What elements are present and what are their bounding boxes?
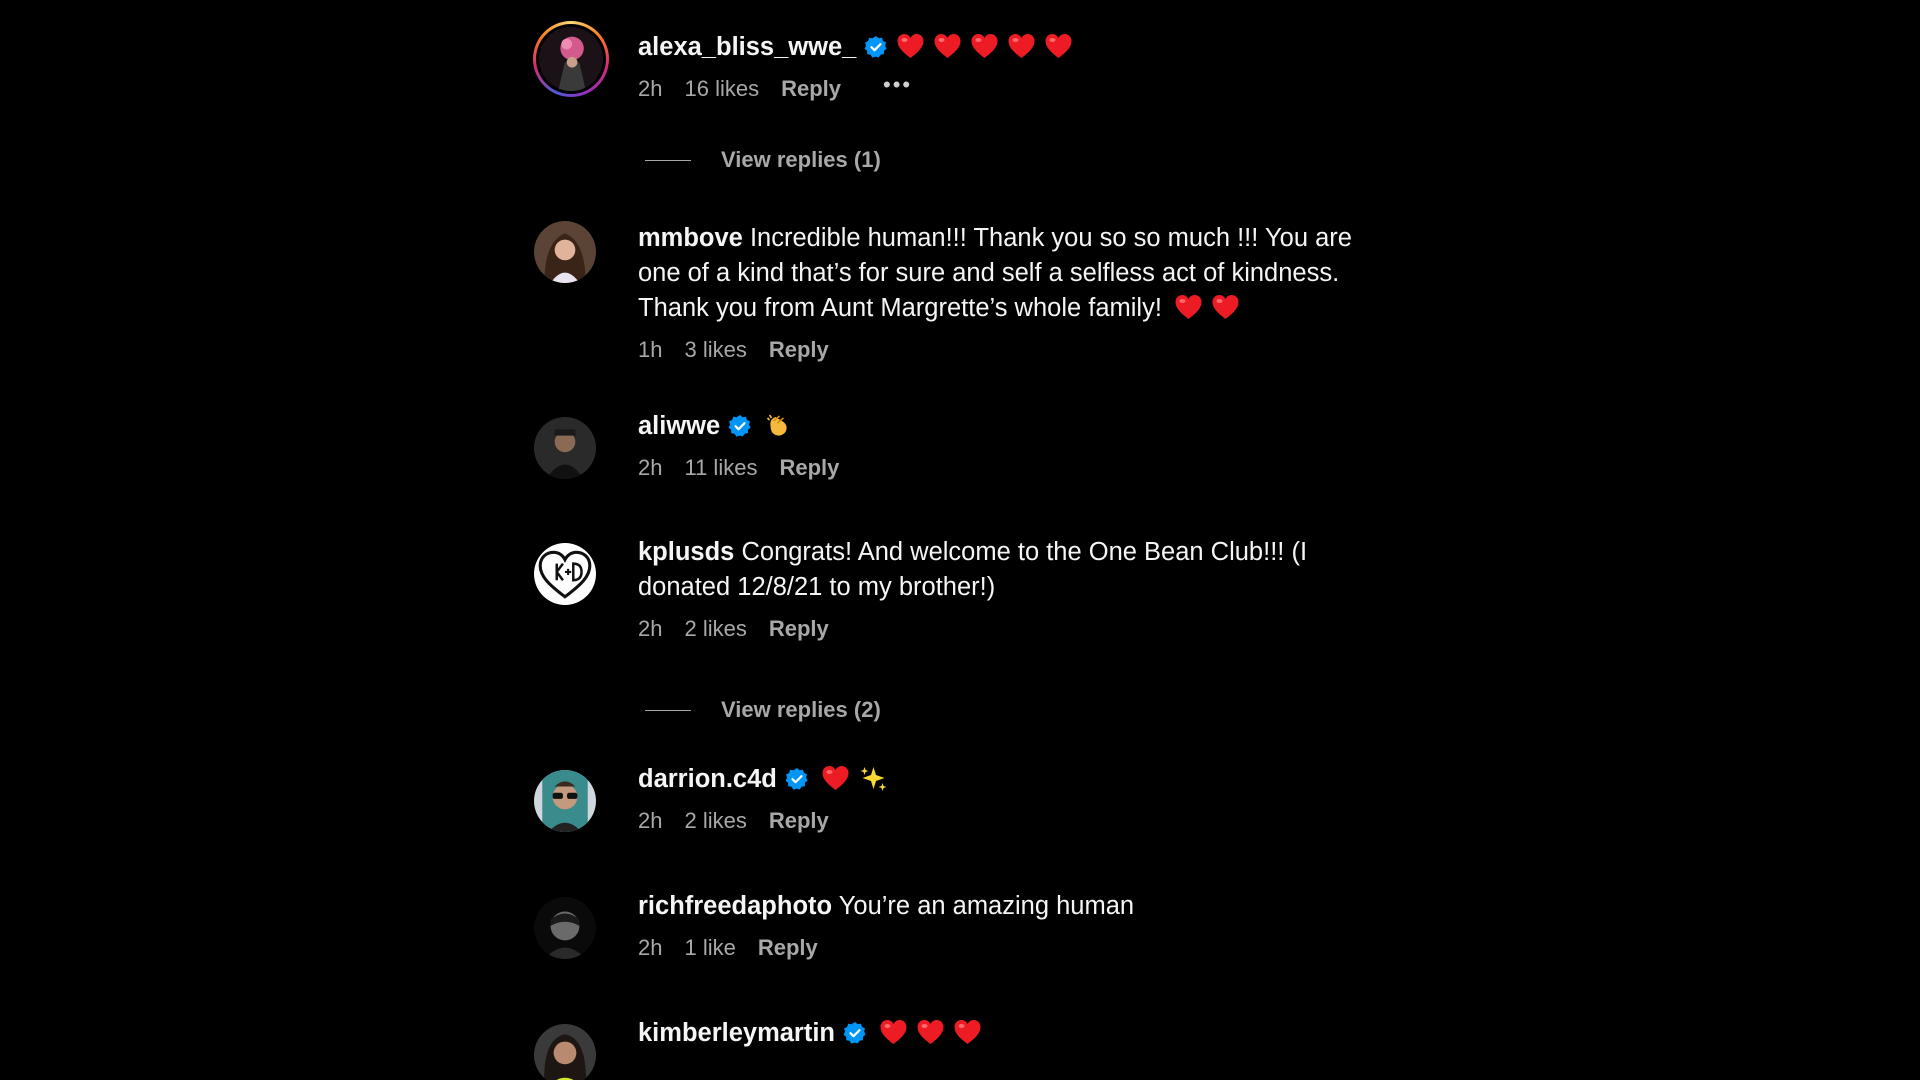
comment-body: alexa_bliss_wwe_ 2h 16 likes Reply •••	[638, 30, 1394, 102]
comment-text: kimberleymartin	[638, 1016, 1394, 1051]
username[interactable]: richfreedaphoto	[638, 892, 832, 920]
heart-icon	[822, 766, 849, 790]
timestamp: 2h	[638, 808, 663, 833]
comment-body: darrion.c4d 2h 2 likes Reply	[638, 762, 1394, 834]
heart-icon	[934, 34, 961, 58]
reply-button[interactable]: Reply	[781, 76, 841, 102]
comment-content: Congrats! And welcome to the One Bean Cl…	[638, 538, 1308, 601]
avatar[interactable]	[534, 543, 596, 605]
reply-button[interactable]: Reply	[769, 808, 829, 834]
comment-text: darrion.c4d	[638, 762, 1394, 797]
comment-body: kimberleymartin	[638, 1016, 1394, 1051]
username[interactable]: mmbove	[638, 224, 743, 252]
verified-badge-icon	[785, 768, 808, 790]
likes-count[interactable]: 16 likes	[684, 76, 759, 102]
divider	[645, 159, 691, 161]
heart-icon	[954, 1020, 981, 1044]
avatar[interactable]	[534, 221, 596, 283]
username[interactable]: kimberleymartin	[638, 1019, 835, 1047]
comment-text: aliwwe	[638, 409, 1394, 444]
comment-meta: 2h 2 likes Reply	[638, 616, 1394, 642]
comment-body: richfreedaphoto You’re an amazing human …	[638, 889, 1394, 961]
heart-icon	[897, 34, 924, 58]
comments-page: alexa_bliss_wwe_ 2h 16 likes Reply ••• V…	[0, 0, 1920, 1080]
comment-body: kplusds Congrats! And welcome to the One…	[638, 535, 1394, 642]
verified-badge-icon	[843, 1022, 866, 1044]
likes-count[interactable]: 3 likes	[684, 337, 746, 363]
heart-icon	[1045, 34, 1072, 58]
comment-text: alexa_bliss_wwe_	[638, 30, 1394, 65]
comment-text: richfreedaphoto You’re an amazing human	[638, 889, 1394, 924]
reply-button[interactable]: Reply	[779, 455, 839, 481]
username[interactable]: alexa_bliss_wwe_	[638, 33, 856, 61]
timestamp: 2h	[638, 935, 663, 960]
timestamp: 2h	[638, 616, 663, 641]
verified-badge-icon	[864, 36, 887, 58]
avatar[interactable]	[533, 21, 609, 97]
comment-meta: 2h 11 likes Reply	[638, 455, 1394, 481]
comment-meta: 2h 16 likes Reply •••	[638, 72, 1394, 102]
heart-icon	[917, 1020, 944, 1044]
username[interactable]: kplusds	[638, 538, 734, 566]
reply-button[interactable]: Reply	[769, 616, 829, 642]
divider	[645, 709, 691, 711]
avatar[interactable]	[534, 897, 596, 959]
verified-badge-icon	[728, 415, 751, 437]
comment-meta: 2h 2 likes Reply	[638, 808, 1394, 834]
clapping-hands-icon	[767, 414, 787, 436]
sparkles-icon	[860, 767, 887, 791]
more-options-icon[interactable]: •••	[883, 72, 912, 98]
username[interactable]: darrion.c4d	[638, 765, 777, 793]
comment-body: aliwwe 2h 11 likes Reply	[638, 409, 1394, 481]
comment-content: You’re an amazing human	[838, 892, 1135, 920]
heart-icon	[1212, 295, 1239, 319]
heart-icon	[1008, 34, 1035, 58]
timestamp: 2h	[638, 455, 663, 480]
view-replies-button[interactable]: View replies (1)	[645, 147, 881, 173]
comment-content: Incredible human!!! Thank you so so much…	[638, 224, 1352, 322]
likes-count[interactable]: 1 like	[684, 935, 735, 961]
timestamp: 2h	[638, 76, 663, 101]
likes-count[interactable]: 2 likes	[684, 808, 746, 834]
comment-meta: 1h 3 likes Reply	[638, 337, 1394, 363]
comment-text: kplusds Congrats! And welcome to the One…	[638, 535, 1394, 605]
heart-icon	[971, 34, 998, 58]
heart-icon	[880, 1020, 907, 1044]
timestamp: 1h	[638, 337, 663, 362]
comment-body: mmbove Incredible human!!! Thank you so …	[638, 221, 1394, 363]
view-replies-label: View replies (2)	[721, 697, 881, 722]
view-replies-button[interactable]: View replies (2)	[645, 697, 881, 723]
heart-icon	[1175, 295, 1202, 319]
likes-count[interactable]: 2 likes	[684, 616, 746, 642]
view-replies-label: View replies (1)	[721, 147, 881, 172]
comment-text: mmbove Incredible human!!! Thank you so …	[638, 221, 1394, 326]
reply-button[interactable]: Reply	[769, 337, 829, 363]
avatar[interactable]	[534, 770, 596, 832]
username[interactable]: aliwwe	[638, 412, 720, 440]
reply-button[interactable]: Reply	[758, 935, 818, 961]
comment-meta: 2h 1 like Reply	[638, 935, 1394, 961]
avatar[interactable]	[534, 417, 596, 479]
likes-count[interactable]: 11 likes	[684, 455, 757, 481]
avatar[interactable]	[534, 1024, 596, 1080]
